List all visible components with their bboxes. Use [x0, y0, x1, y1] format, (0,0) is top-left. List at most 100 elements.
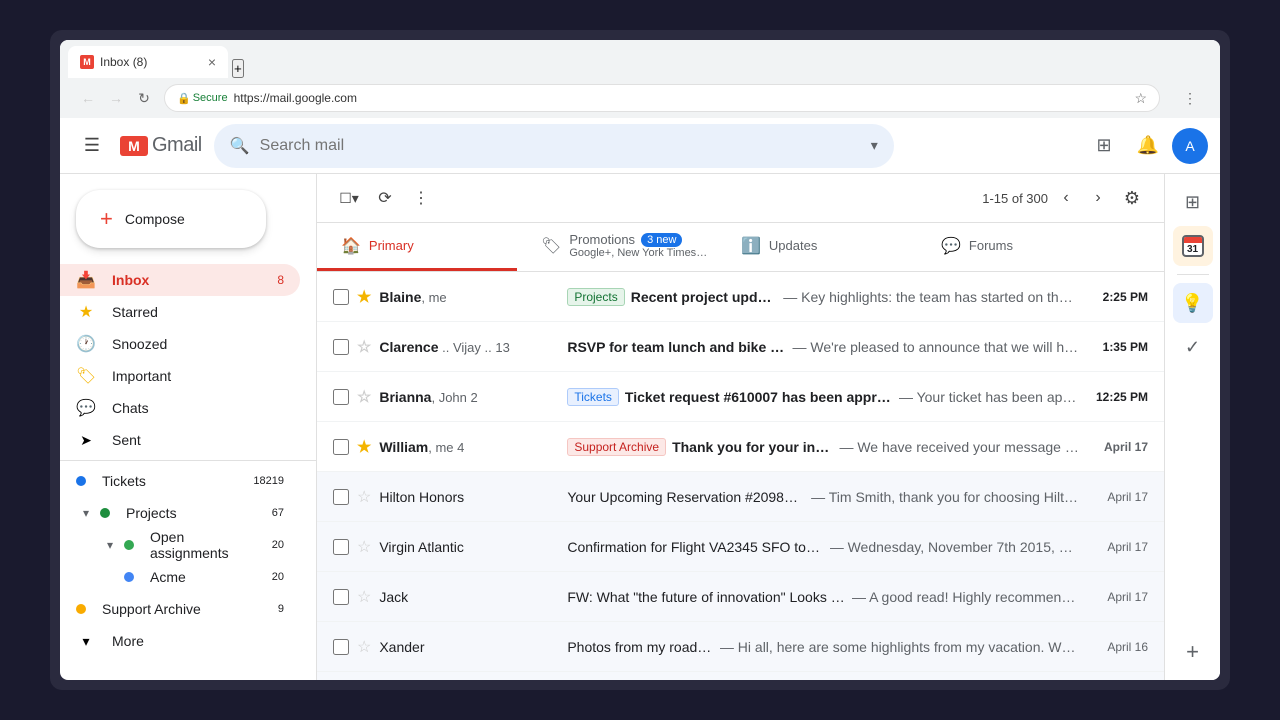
secure-indicator: 🔒 Secure	[177, 92, 228, 105]
reload-button[interactable]: ↻	[132, 86, 156, 110]
projects-count: 67	[264, 507, 284, 519]
sidebar-item-tickets[interactable]: Tickets 18219	[60, 465, 300, 497]
refresh-button[interactable]: ⟳	[369, 182, 401, 214]
inbox-count: 8	[264, 273, 284, 287]
promotions-tab-icon: 🏷	[541, 236, 561, 256]
forward-button[interactable]: →	[104, 86, 128, 110]
promotions-tab-label: Promotions	[569, 232, 635, 247]
email-row[interactable]: ★ William, me 4 Support Archive Thank yo…	[317, 422, 1164, 472]
prev-page-button[interactable]: ‹	[1052, 184, 1080, 212]
email-preview: — A good read! Highly recommende...	[852, 589, 1080, 605]
email-star[interactable]: ☆	[357, 637, 371, 657]
email-checkbox[interactable]	[333, 389, 349, 405]
email-checkbox[interactable]	[333, 589, 349, 605]
gmail-wordmark: Gmail	[152, 134, 202, 157]
updates-tab-icon: ℹ️	[741, 236, 761, 256]
new-tab-button[interactable]: +	[232, 59, 244, 78]
keep-sidebar-btn[interactable]: 💡	[1173, 283, 1213, 323]
important-icon: 🏷	[76, 366, 96, 386]
open-assignments-collapse-icon[interactable]: ▾	[100, 535, 120, 555]
email-checkbox[interactable]	[333, 289, 349, 305]
search-bar[interactable]: 🔍 ▾	[214, 124, 894, 168]
browser-tab[interactable]: M Inbox (8) ×	[68, 46, 228, 78]
email-star[interactable]: ★	[357, 437, 371, 457]
url-bar[interactable]: 🔒 Secure https://mail.google.com ☆	[164, 84, 1160, 112]
sidebar-item-more[interactable]: ▾ More	[60, 625, 300, 657]
email-star[interactable]: ☆	[357, 537, 371, 557]
email-row[interactable]: ☆ Brianna, John 2 Tickets Ticket request…	[317, 372, 1164, 422]
sidebar-item-sent[interactable]: ➤ Sent	[60, 424, 300, 456]
compose-button[interactable]: + Compose	[76, 190, 266, 248]
email-checkbox[interactable]	[333, 339, 349, 355]
sidebar-tickets-label: Tickets	[102, 473, 253, 489]
email-checkbox[interactable]	[333, 439, 349, 455]
email-star[interactable]: ☆	[357, 387, 371, 407]
acme-count: 20	[264, 571, 284, 583]
email-row[interactable]: ☆ Xander Photos from my road trip — Hi a…	[317, 622, 1164, 672]
apps-button[interactable]: ⊞	[1084, 126, 1124, 166]
promotions-subtitle: Google+, New York Times, Pr...	[569, 247, 709, 259]
email-sender: Xander	[379, 639, 559, 655]
search-dropdown-icon[interactable]: ▾	[871, 137, 878, 154]
google-apps-sidebar-btn[interactable]: ⊞	[1173, 182, 1213, 222]
email-row[interactable]: ☆ Clarence .. Vijay .. 13 RSVP for team …	[317, 322, 1164, 372]
snoozed-icon: 🕐	[76, 334, 96, 354]
email-subject: Ticket request #610007 has been approved…	[625, 389, 893, 405]
sidebar-inbox-label: Inbox	[112, 272, 264, 288]
avatar[interactable]: A	[1172, 128, 1208, 164]
email-body: Confirmation for Flight VA2345 SFO to NY…	[567, 539, 1080, 555]
email-sender: William, me 4	[379, 439, 559, 455]
sidebar-item-snoozed[interactable]: 🕐 Snoozed	[60, 328, 300, 360]
email-star[interactable]: ☆	[357, 587, 371, 607]
settings-button[interactable]: ⚙	[1116, 182, 1148, 214]
hamburger-icon: ☰	[84, 135, 100, 156]
email-star[interactable]: ★	[357, 287, 371, 307]
support-archive-dot	[76, 604, 86, 614]
extensions-button[interactable]: ⋮	[1176, 84, 1204, 112]
email-star[interactable]: ☆	[357, 487, 371, 507]
projects-collapse-icon[interactable]: ▾	[76, 503, 96, 523]
tab-promotions[interactable]: 🏷 Promotions 3 new Google+, New York Tim…	[517, 223, 717, 271]
email-star[interactable]: ☆	[357, 678, 371, 680]
email-row[interactable]: ☆ Virgin Atlantic Confirmation for Fligh…	[317, 522, 1164, 572]
tab-close-btn[interactable]: ×	[208, 54, 216, 70]
sidebar-item-important[interactable]: 🏷 Important	[60, 360, 300, 392]
email-row[interactable]: ★ Blaine, me Projects Recent project upd…	[317, 272, 1164, 322]
email-subject: Your Upcoming Reservation #20983746	[567, 489, 805, 505]
sidebar-item-starred[interactable]: ★ Starred	[60, 296, 300, 328]
calendar-sidebar-btn[interactable]: 31	[1173, 226, 1213, 266]
email-checkbox[interactable]	[333, 539, 349, 555]
next-page-button[interactable]: ›	[1084, 184, 1112, 212]
menu-button[interactable]: ☰	[72, 126, 112, 166]
more-options-button[interactable]: ⋮	[405, 182, 437, 214]
bookmark-icon[interactable]: ☆	[1134, 90, 1147, 107]
sidebar-item-support-archive[interactable]: Support Archive 9	[60, 593, 300, 625]
notifications-button[interactable]: 🔔	[1128, 126, 1168, 166]
email-row[interactable]: ☆ Jack FW: What "the future of innovatio…	[317, 572, 1164, 622]
email-checkbox[interactable]	[333, 489, 349, 505]
email-body: Support Archive Thank you for your inqui…	[567, 438, 1080, 456]
sidebar-item-projects[interactable]: ▾ Projects 67	[60, 497, 300, 529]
email-row[interactable]: ☆ Hilton Honors Your Upcoming Reservatio…	[317, 472, 1164, 522]
sidebar-item-chats[interactable]: 💬 Chats	[60, 392, 300, 424]
select-all-checkbox[interactable]: ☐▾	[333, 182, 365, 214]
search-input[interactable]	[260, 137, 861, 155]
email-row[interactable]: ☆ Richard, Matthew, me 3 Product Strateg…	[317, 672, 1164, 680]
email-time: 2:25 PM	[1088, 290, 1148, 304]
sidebar-item-inbox[interactable]: 📥 Inbox 8	[60, 264, 300, 296]
email-checkbox[interactable]	[333, 639, 349, 655]
email-star[interactable]: ☆	[357, 337, 371, 357]
email-time: 12:25 PM	[1088, 390, 1148, 404]
tab-updates[interactable]: ℹ️ Updates	[717, 223, 917, 271]
email-sender: Clarence .. Vijay .. 13	[379, 339, 559, 355]
tab-forums[interactable]: 💬 Forums	[917, 223, 1117, 271]
email-time: April 17	[1088, 540, 1148, 554]
tab-primary[interactable]: 🏠 Primary	[317, 223, 517, 271]
sidebar-item-acme[interactable]: Acme 20	[60, 561, 300, 593]
tasks-sidebar-btn[interactable]: ✓	[1173, 327, 1213, 367]
add-sidebar-btn[interactable]: +	[1173, 632, 1213, 672]
email-sender: Jack	[379, 589, 559, 605]
sidebar-item-open-assignments[interactable]: ▾ Open assignments 20	[60, 529, 300, 561]
compose-label: Compose	[125, 211, 185, 227]
back-button[interactable]: ←	[76, 86, 100, 110]
